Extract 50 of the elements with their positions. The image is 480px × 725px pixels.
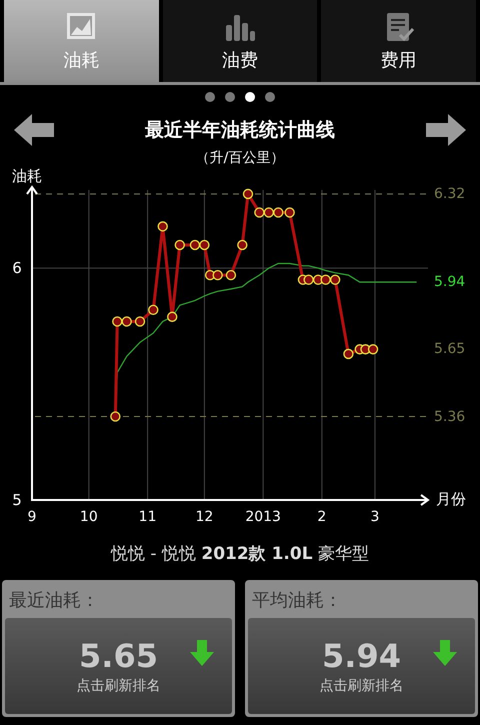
previous-arrow-icon[interactable]	[14, 113, 56, 147]
data-point	[212, 270, 223, 280]
data-point	[284, 207, 295, 218]
data-point	[264, 207, 274, 218]
data-point	[174, 240, 185, 250]
data-point	[273, 207, 284, 218]
tab[interactable]: 费用	[321, 0, 476, 82]
data-point	[122, 316, 132, 327]
data-point	[320, 274, 331, 285]
data-point	[368, 344, 378, 354]
x-tick-label: 2013	[244, 508, 282, 526]
x-tick-label: 11	[138, 508, 158, 526]
data-point	[190, 240, 200, 250]
chart-unit: （升/百公里）	[196, 151, 284, 165]
data-point	[204, 270, 216, 280]
data-point	[303, 274, 314, 285]
data-point	[226, 270, 236, 280]
refresh-rank-button[interactable]: 5.65 点击刷新排名	[5, 618, 232, 714]
x-tick-label: 2	[316, 508, 328, 526]
car-model: 悦悦 - 悦悦 2012款 1.0L 豪华型	[111, 543, 369, 566]
data-point	[237, 240, 248, 250]
data-point	[134, 316, 146, 327]
card-title: 平均油耗：	[251, 589, 343, 613]
x-tick-label: 3	[369, 508, 380, 526]
reference-value: 6.32	[434, 184, 466, 203]
reference-value: 5.36	[434, 408, 466, 426]
data-point	[343, 348, 354, 360]
data-point	[242, 188, 254, 200]
data-point	[110, 411, 121, 422]
data-point	[254, 207, 265, 218]
y-axis-label: 油耗	[12, 166, 42, 187]
card-title: 最近油耗：	[8, 589, 100, 613]
data-point	[112, 316, 122, 327]
x-tick-label: 9	[26, 508, 38, 526]
y-tick-label: 6	[11, 259, 23, 278]
next-arrow-icon[interactable]	[424, 113, 466, 147]
data-point	[199, 240, 210, 250]
x-tick-label: 12	[194, 508, 214, 526]
data-point	[167, 312, 178, 322]
value-label: 5.65	[434, 340, 466, 358]
x-tick-label: 10	[78, 508, 99, 526]
chart-title: 最近半年油耗统计曲线	[145, 118, 335, 143]
tab[interactable]: 油费	[162, 0, 318, 82]
x-axis-label: 月份	[436, 489, 466, 510]
value-label: 5.94	[434, 273, 466, 292]
data-point	[158, 221, 168, 232]
data-point	[148, 304, 158, 316]
refresh-rank-button[interactable]: 5.94 点击刷新排名	[248, 618, 475, 714]
data-point	[330, 274, 340, 285]
y-tick-label: 5	[11, 491, 23, 509]
